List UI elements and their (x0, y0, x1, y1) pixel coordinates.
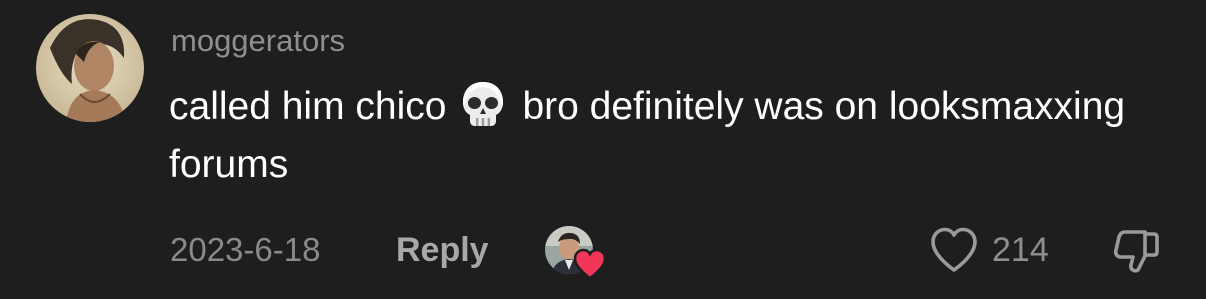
like-count: 214 (992, 231, 1049, 269)
comment-text-part-1: called him chico (169, 85, 447, 128)
reply-button[interactable]: Reply (396, 230, 489, 270)
heart-filled-icon (573, 248, 607, 280)
comment-text: called him chico bro definitely was on l… (169, 78, 1129, 194)
liked-by-creator-badge (545, 226, 609, 280)
skull-emoji (458, 79, 508, 129)
comment-date: 2023-6-18 (170, 231, 321, 268)
heart-outline-icon[interactable] (926, 224, 982, 276)
username[interactable]: moggerators (171, 21, 345, 61)
comment-actions: 2023-6-18 Reply 214 (0, 220, 1206, 280)
thumbs-down-outline-icon[interactable] (1108, 222, 1164, 278)
comment-item: moggerators called him chico bro definit… (0, 0, 1206, 299)
user-avatar[interactable] (36, 14, 144, 122)
